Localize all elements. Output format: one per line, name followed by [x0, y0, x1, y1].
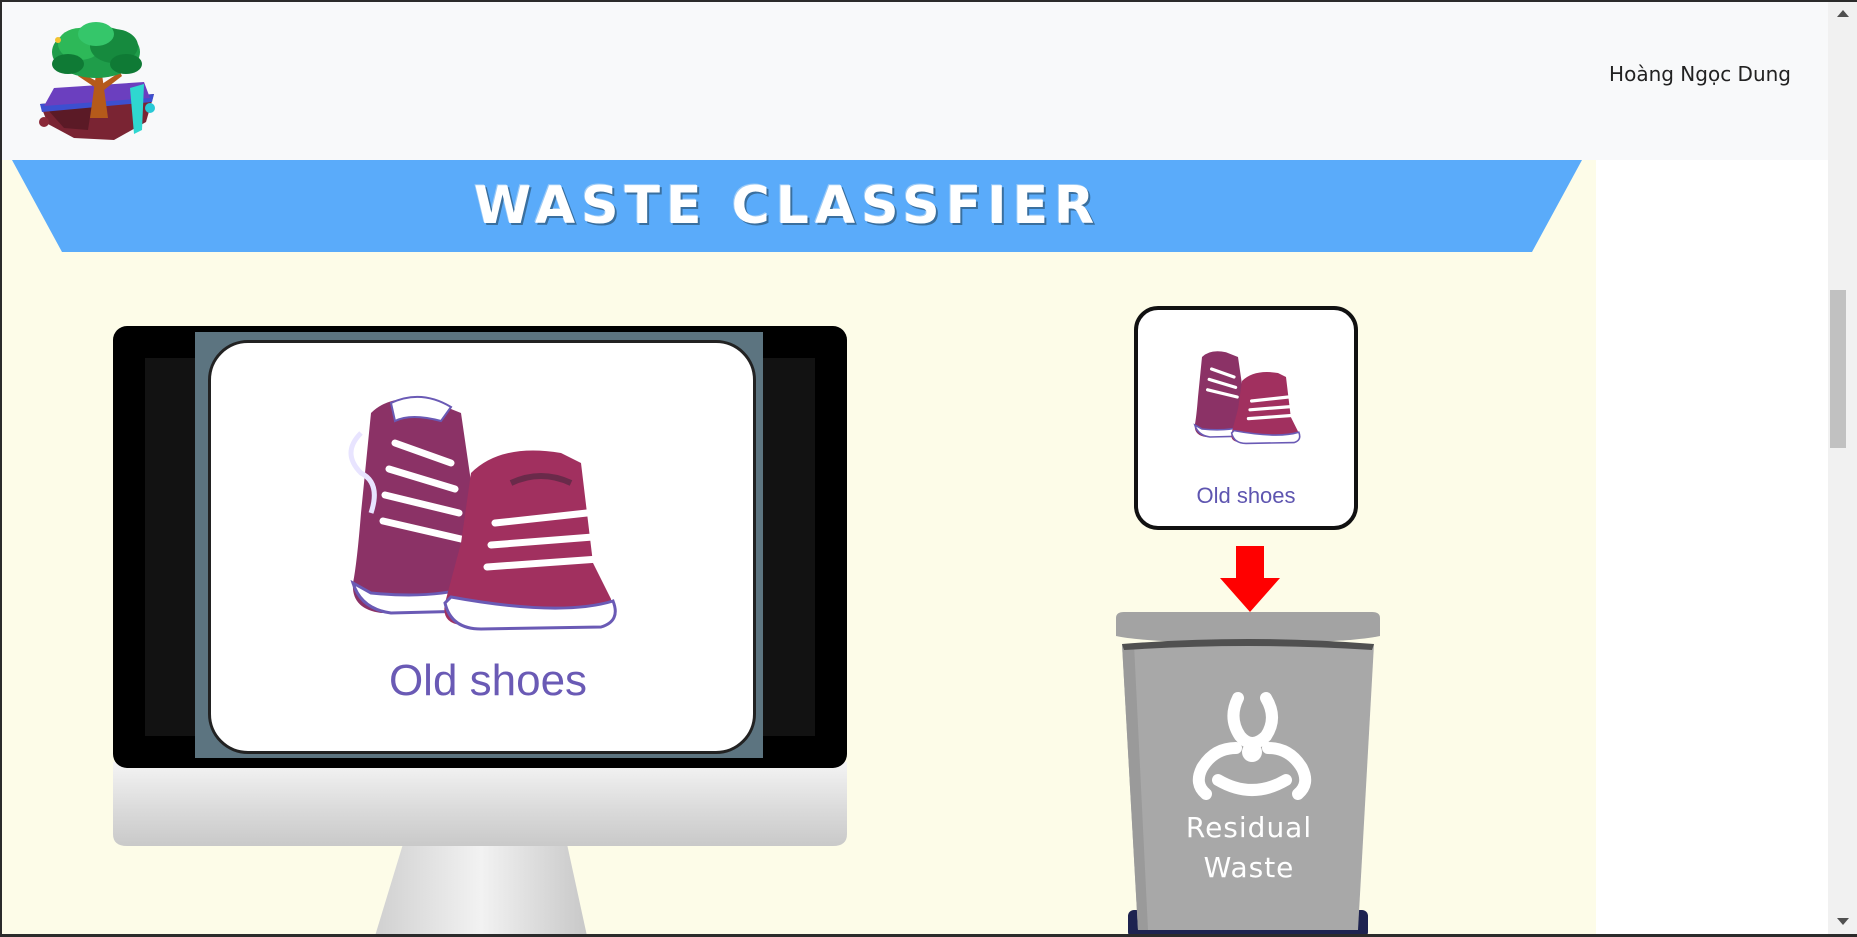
- result-thumbnail-card: Old shoes: [1134, 306, 1358, 530]
- navbar: Hoàng Ngọc Dung: [2, 2, 1828, 160]
- bin-label-line1: Residual: [1185, 811, 1313, 844]
- tree-island-logo-icon[interactable]: [34, 18, 164, 144]
- scroll-down-arrow-icon[interactable]: [1837, 918, 1849, 925]
- result-thumbnail-label: Old shoes: [1196, 483, 1296, 508]
- page-scrollbar[interactable]: [1828, 2, 1857, 934]
- arrow-down-icon: [1220, 546, 1280, 612]
- bin-label: Residual Waste: [1134, 808, 1364, 888]
- user-name-link[interactable]: Hoàng Ngọc Dung: [1609, 62, 1791, 86]
- scroll-up-arrow-icon[interactable]: [1837, 10, 1849, 17]
- sneakers-icon: [348, 395, 617, 631]
- page-banner: WASTE CLASSFIER: [12, 160, 1582, 252]
- right-gutter: [1596, 160, 1828, 934]
- sneakers-thumbnail-icon: [1193, 351, 1301, 445]
- classified-item-label: Old shoes: [388, 656, 588, 705]
- scrollbar-thumb[interactable]: [1830, 290, 1846, 448]
- bin-label-line2: Waste: [1203, 851, 1295, 884]
- biohazard-icon: [1192, 692, 1312, 800]
- main-content: WASTE CLASSFIER Old shoes Old shoes Resi…: [2, 160, 1596, 934]
- page-title: WASTE CLASSFIER: [473, 176, 1101, 236]
